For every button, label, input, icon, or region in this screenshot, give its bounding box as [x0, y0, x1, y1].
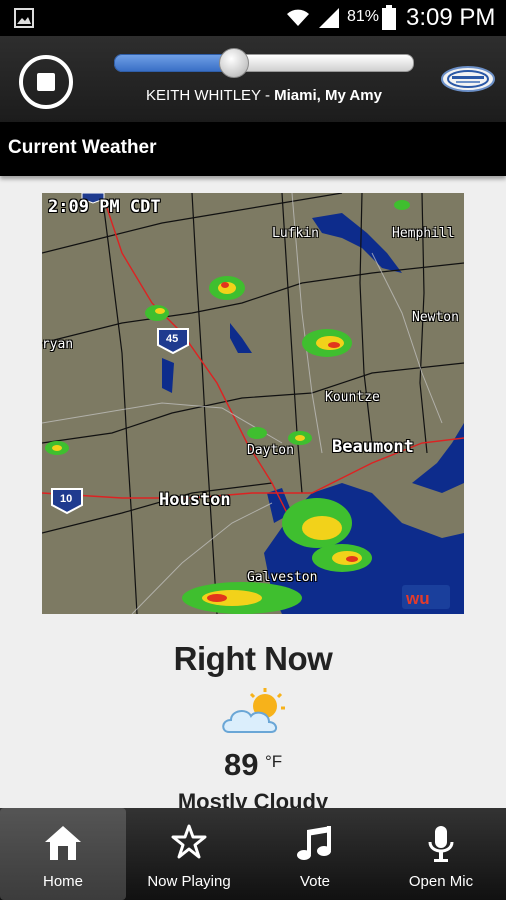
- city-bryan: Bryan: [42, 337, 74, 352]
- nav-now-playing-label: Now Playing: [147, 873, 231, 890]
- city-hemphill: Hemphill: [392, 226, 455, 241]
- seek-fill: [114, 54, 235, 72]
- radar-timestamp: 2:09 PM CDT: [48, 197, 161, 217]
- nav-open-mic-label: Open Mic: [408, 873, 474, 890]
- nav-open-mic[interactable]: Open Mic: [378, 808, 504, 900]
- wifi-icon: [285, 6, 311, 33]
- nav-vote[interactable]: Vote: [252, 808, 378, 900]
- nav-now-playing[interactable]: Now Playing: [126, 808, 252, 900]
- station-logo: [440, 64, 496, 99]
- svg-text:wu: wu: [405, 589, 430, 608]
- section-header: Current Weather: [0, 122, 506, 176]
- status-bar: 81% 3:09 PM: [0, 0, 506, 36]
- current-temperature: 89: [224, 747, 259, 782]
- city-kountze: Kountze: [325, 390, 380, 405]
- nav-home-label: Home: [42, 873, 83, 890]
- interstate-10-shield: 10: [60, 493, 73, 505]
- artist-song-separator: -: [260, 87, 275, 104]
- signal-icon: [317, 6, 341, 33]
- interstate-45-shield: 45: [166, 333, 179, 345]
- status-time: 3:09 PM: [406, 4, 496, 31]
- microphone-icon: [378, 824, 504, 864]
- seek-slider[interactable]: [114, 48, 414, 78]
- partly-cloudy-icon: [219, 688, 289, 741]
- artist-name: KEITH WHITLEY: [146, 87, 261, 104]
- radar-map[interactable]: wu 2:09 PM CDT Lufkin Hemphill Newton Br…: [42, 193, 464, 614]
- right-now-heading: Right Now: [173, 640, 333, 677]
- now-playing-text: KEITH WHITLEY - Miami, My Amy: [114, 87, 414, 104]
- city-lufkin: Lufkin: [272, 226, 319, 241]
- home-icon: [0, 824, 126, 864]
- player-bar: KEITH WHITLEY - Miami, My Amy: [0, 36, 506, 122]
- bottom-navigation: Home Now Playing Vote Open Mic: [0, 808, 506, 900]
- temperature-unit: °F: [265, 752, 283, 771]
- stop-icon: [37, 73, 55, 91]
- stop-button[interactable]: [19, 55, 73, 109]
- song-title: Miami, My Amy: [274, 87, 382, 104]
- city-houston: Houston: [159, 490, 231, 510]
- section-title: Current Weather: [8, 137, 157, 158]
- city-galveston: Galveston: [247, 570, 318, 585]
- gallery-icon: [14, 8, 34, 33]
- battery-percent: 81%: [347, 8, 380, 25]
- nav-home[interactable]: Home: [0, 808, 126, 900]
- city-newton: Newton: [412, 310, 459, 325]
- city-beaumont: Beaumont: [332, 437, 414, 457]
- battery-icon: [381, 5, 397, 36]
- nav-vote-label: Vote: [299, 873, 331, 890]
- radar-graphic: wu: [42, 193, 464, 614]
- music-note-icon: [252, 824, 378, 864]
- seek-thumb[interactable]: [219, 48, 249, 78]
- star-icon: [126, 824, 252, 864]
- city-dayton: Dayton: [247, 443, 294, 458]
